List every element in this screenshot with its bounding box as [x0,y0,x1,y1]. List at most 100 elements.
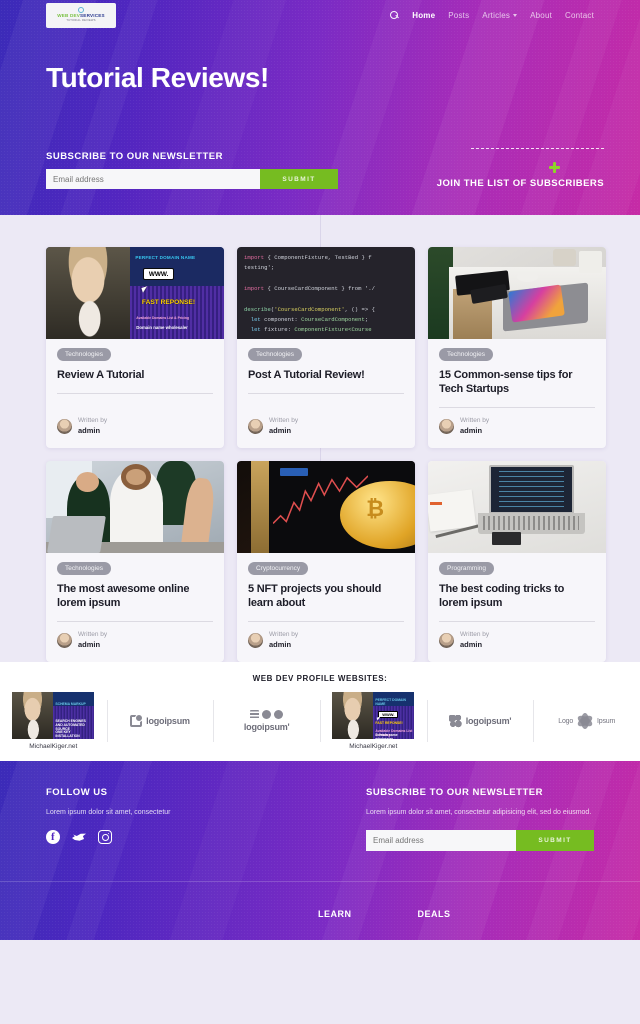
byline-author[interactable]: admin [78,640,107,650]
card-body: Programming The best coding tricks to lo… [428,553,606,662]
card-title[interactable]: 15 Common-sense tips for Tech Startups [439,368,595,396]
byline-author[interactable]: admin [460,640,489,650]
byline-author[interactable]: admin [269,640,298,650]
card-byline: Written by admin [439,417,595,436]
domain-ad-artwork: PERFECT DOMAIN NAME WWW. FAST REPONSE! A… [46,247,224,339]
article-card[interactable]: Programming The best coding tricks to lo… [428,461,606,663]
hero-submit-button[interactable]: SUBMIT [260,169,338,189]
article-card[interactable]: Technologies The most awesome online lor… [46,461,224,663]
ad-line4: Domain name wholesaler [136,325,188,331]
hero-join-text: JOIN THE LIST OF SUBSCRIBERS [436,178,604,189]
article-card[interactable]: Cryptocurrency 5 NFT projects you should… [237,461,415,663]
divider [57,621,213,623]
card-thumbnail: PERFECT DOMAIN NAME WWW. FAST REPONSE! A… [46,247,224,339]
card-thumbnail [46,461,224,554]
card-title[interactable]: Post A Tutorial Review! [248,368,404,382]
article-card[interactable]: PERFECT DOMAIN NAME WWW. FAST REPONSE! A… [46,247,224,449]
facebook-icon[interactable] [46,830,60,845]
card-title[interactable]: Review A Tutorial [57,368,213,382]
kiger-sub-2: FAST REPONSE! [375,721,403,726]
category-tag[interactable]: Technologies [57,348,111,361]
laptop-code-artwork [428,461,606,554]
card-title[interactable]: The best coding tricks to lorem ipsum [439,582,595,610]
category-tag[interactable]: Technologies [248,348,302,361]
strip-item-kiger-1[interactable]: SCHEMA MARKUP SEARCH ENGINES AND AUTOMAT… [0,692,107,750]
instagram-icon[interactable] [98,830,112,845]
footer-submit-button[interactable]: SUBMIT [516,830,594,852]
main-nav: Home Posts Articles About Contact [390,10,594,20]
social-links [46,830,318,845]
strip-item-logoipsum-dots[interactable]: logoipsum' [213,692,320,750]
portrait-photo [46,247,130,339]
byline-label: Written by [460,631,490,639]
card-thumbnail [428,461,606,554]
strip-item-logoipsum-flower[interactable]: Logo Ipsum [533,692,640,750]
strip-item-logoipsum-spark[interactable]: logoipsum' [426,692,534,750]
hero-section: WEB DEVSERVICES TUTORIAL REVIEWS Home Po… [0,0,640,215]
site-logo[interactable]: WEB DEVSERVICES TUTORIAL REVIEWS [46,2,116,28]
search-icon[interactable] [390,10,399,20]
strip-logo-label: logoipsum [146,716,190,727]
twitter-icon[interactable] [72,830,86,844]
card-thumbnail: import { ComponentFixture, TestBed } f t… [237,247,415,339]
nav-item-about[interactable]: About [530,11,552,20]
hero-join-block: JOIN THE LIST OF SUBSCRIBERS [437,148,604,189]
strip-row: SCHEMA MARKUP SEARCH ENGINES AND AUTOMAT… [0,692,640,750]
hero-email-input[interactable] [46,169,260,189]
nav-item-posts[interactable]: Posts [448,11,469,20]
strip-logo-label-left: Logo [558,717,574,725]
byline-author[interactable]: admin [269,426,298,436]
avatar [248,633,263,649]
avatar [57,633,72,649]
footer-column-learn[interactable]: LEARN [318,909,352,919]
logo-tagline: TUTORIAL REVIEWS [66,19,96,22]
avatar [439,419,454,435]
kiger-headline-1: SCHEMA MARKUP [55,702,86,707]
footer-bottom-columns: LEARN DEALS [0,909,640,919]
nav-item-home[interactable]: Home [412,11,435,20]
footer-newsletter-text: Lorem ipsum dolor sit amet, consectetur … [366,809,592,817]
divider [57,393,213,395]
kiger-line3-1: ONE KEY INSTALLATION [55,729,80,738]
footer-newsletter-heading: SUBSCRIBE TO OUR NEWSLETTER [366,787,543,799]
article-card[interactable]: Technologies 15 Common-sense tips for Te… [428,247,606,449]
strip-logo-label: logoipsum' [465,716,512,727]
byline-author[interactable]: admin [460,426,489,436]
card-title[interactable]: The most awesome online lorem ipsum [57,582,213,610]
article-card[interactable]: import { ComponentFixture, TestBed } f t… [237,247,415,449]
cursor-icon [141,286,149,294]
footer-newsletter-column: SUBSCRIBE TO OUR NEWSLETTER Lorem ipsum … [318,787,594,852]
byline-author[interactable]: admin [78,426,107,436]
footer-follow-column: FOLLOW US Lorem ipsum dolor sit amet, co… [46,787,318,851]
footer-column-deals[interactable]: DEALS [418,909,451,919]
strip-item-kiger-2[interactable]: PERFECT DOMAIN NAME WWW. FAST REPONSE! A… [320,692,427,750]
ad-headline: PERFECT DOMAIN NAME [135,255,196,261]
card-body: Technologies 15 Common-sense tips for Te… [428,339,606,448]
nav-item-contact[interactable]: Contact [565,11,594,20]
card-body: Technologies Review A Tutorial Written b… [46,339,224,448]
kiger-headline-2: PERFECT DOMAIN NAME [375,697,406,706]
crypto-chart-artwork [237,461,415,554]
card-title[interactable]: 5 NFT projects you should learn about [248,582,404,610]
ad-line3: Available Domains List & Pricing [136,316,190,320]
article-card-grid: PERFECT DOMAIN NAME WWW. FAST REPONSE! A… [0,247,640,663]
kiger-site-thumbnail-1: SCHEMA MARKUP SEARCH ENGINES AND AUTOMAT… [12,692,95,740]
category-tag[interactable]: Programming [439,562,495,576]
card-body: Cryptocurrency 5 NFT projects you should… [237,553,415,662]
category-tag[interactable]: Technologies [57,562,111,576]
card-byline: Written by admin [439,631,595,650]
category-tag[interactable]: Technologies [439,348,493,361]
logo-word-green: WEB DEV [57,13,81,19]
card-thumbnail [237,461,415,554]
divider [439,621,595,623]
footer-divider [0,881,640,883]
divider [439,407,595,409]
footer-email-input[interactable] [366,830,516,852]
strip-heading: WEB DEV PROFILE WEBSITES: [252,674,388,684]
category-tag[interactable]: Cryptocurrency [248,562,309,576]
dashed-divider [471,148,604,149]
top-navigation-bar: WEB DEVSERVICES TUTORIAL REVIEWS Home Po… [0,0,640,30]
nav-item-articles[interactable]: Articles [482,11,518,20]
strip-item-logoipsum-bubble[interactable]: logoipsum [106,692,214,750]
hero-newsletter-form: SUBMIT [46,169,338,189]
